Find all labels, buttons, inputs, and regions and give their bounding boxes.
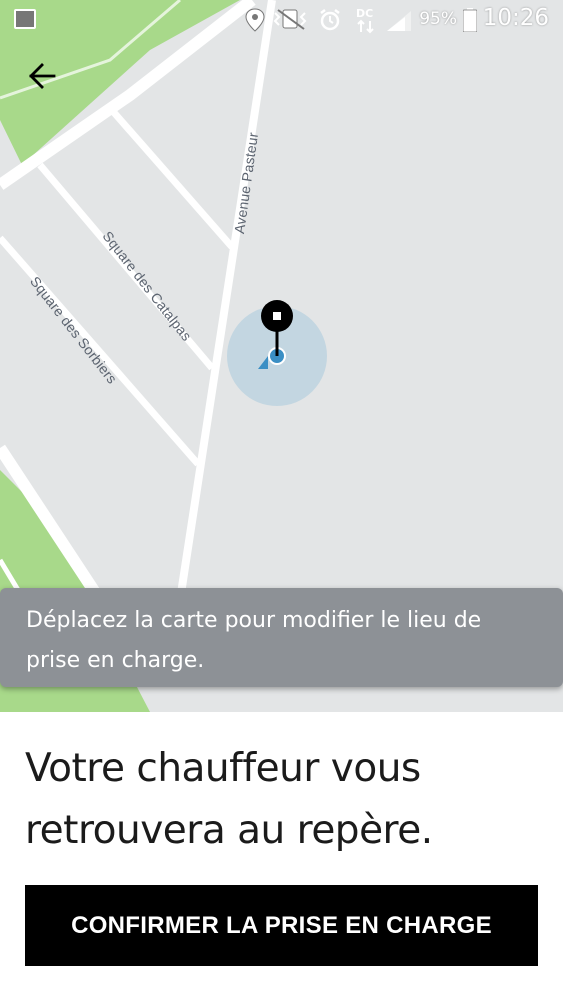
bottom-sheet: Votre chauffeur vous retrouvera au repèr…: [0, 712, 563, 1000]
status-bar: DC 95% 10:26: [0, 0, 563, 40]
toast-line-2: prise en charge.: [26, 648, 205, 673]
back-arrow-icon: [29, 63, 56, 89]
toast-line-1: Déplacez la carte pour modifier le lieu …: [26, 608, 482, 633]
status-clock: 10:26: [482, 5, 549, 31]
sheet-headline: Votre chauffeur vous retrouvera au repèr…: [25, 738, 545, 862]
headline-line-1: Votre chauffeur vous: [25, 746, 421, 791]
headline-line-2: retrouvera au repère.: [25, 808, 433, 853]
pickup-hint-toast: Déplacez la carte pour modifier le lieu …: [0, 588, 563, 687]
alarm-icon: [320, 9, 340, 31]
road-cross: [107, 105, 235, 250]
data-icon: DC: [356, 7, 374, 34]
location-icon: [245, 8, 265, 32]
gallery-icon: [14, 9, 36, 29]
svg-text:DC: DC: [356, 7, 373, 20]
battery-icon: [463, 8, 477, 32]
signal-icon: [387, 11, 411, 31]
confirm-pickup-button[interactable]: CONFIRMER LA PRISE EN CHARGE: [25, 885, 538, 966]
road-avenue-pasteur: [176, 0, 276, 601]
vibrate-icon: [273, 9, 307, 30]
battery-percentage: 95%: [419, 9, 457, 29]
back-button[interactable]: [22, 56, 62, 96]
